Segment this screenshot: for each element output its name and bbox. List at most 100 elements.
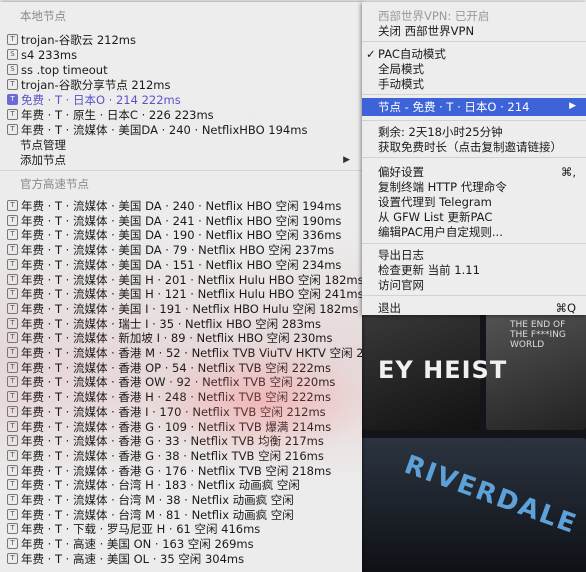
trojan-icon: T — [7, 508, 18, 520]
node-manage[interactable]: 节点管理 — [20, 137, 66, 153]
official-node-item[interactable]: T 年费 · T · 高速 · 美国 ON · 163 空闲 269ms — [7, 536, 254, 552]
official-node-item[interactable]: T 年费 · T · 流媒体 · 美国 DA · 240 · Netflix HB… — [7, 198, 341, 214]
official-node-item[interactable]: T 年费 · T · 流媒体 · 台湾 H · 183 · Netflix 动画疯… — [7, 477, 300, 493]
trojan-icon: T — [7, 288, 18, 300]
vpn-status: 西部世界VPN: 已开启 — [378, 9, 490, 23]
ss-icon: S — [7, 49, 18, 60]
official-node-item[interactable]: T 年费 · T · 流媒体 · 美国 I · 191 · Netflix HBO… — [7, 301, 358, 317]
official-node-item[interactable]: T 年费 · T · 流媒体 · 香港 G · 109 · Netflix TVB… — [7, 419, 331, 435]
background-posters: EY HEIST THE END OF THE F***ING WORLD RI… — [360, 310, 586, 572]
official-node-item[interactable]: T 年费 · T · 流媒体 · 香港 M · 52 · Netflix TVB … — [7, 345, 362, 361]
official-node-item[interactable]: T 年费 · T · 流媒体 · 台湾 M · 38 · Netflix 动画疯 … — [7, 492, 294, 508]
official-node-item[interactable]: T 年费 · T · 流媒体 · 香港 I · 170 · Netflix TVB… — [7, 404, 326, 420]
trojan-icon: T — [7, 258, 18, 270]
check-update[interactable]: 检查更新 当前 1.11 — [378, 262, 480, 278]
trojan-icon: T — [7, 494, 18, 505]
trojan-icon: T — [7, 244, 18, 256]
trojan-icon: T — [7, 79, 18, 90]
trojan-icon: T — [7, 391, 18, 403]
preferences[interactable]: 偏好设置 — [378, 164, 424, 180]
official-node-item[interactable]: T 年费 · T · 高速 · 美国 OL · 35 空闲 304ms — [7, 551, 244, 567]
preferences-shortcut: ⌘, — [560, 165, 576, 179]
update-pac-gfw[interactable]: 从 GFW List 更新PAC — [378, 209, 492, 225]
node-item[interactable]: Ttrojan-谷歌分享节点 212ms — [7, 77, 171, 93]
node-label: 节点 - 免费 · T · 日本O · 214 — [378, 100, 530, 114]
official-node-item[interactable]: T 年费 · T · 下载 · 罗马尼亚 H · 61 空闲 416ms — [7, 521, 260, 537]
close-vpn[interactable]: 关闭 西部世界VPN — [378, 23, 474, 39]
official-node-item[interactable]: T 年费 · T · 流媒体 · 香港 H · 248 · Netflix TVB… — [7, 389, 331, 405]
official-node-item[interactable]: T 年费 · T · 流媒体 · 瑞士 I · 35 · Netflix HBO … — [7, 316, 321, 332]
official-node-item[interactable]: T 年费 · T · 流媒体 · 台湾 M · 81 · Netflix 动画疯 … — [7, 507, 294, 523]
separator — [362, 243, 586, 244]
node-item-selected[interactable]: T 免费 · T · 日本O · 214 222ms — [7, 92, 181, 108]
separator — [362, 295, 586, 296]
pac-mode[interactable]: ✓ PAC自动模式 — [366, 46, 446, 62]
separator — [362, 120, 586, 121]
vpn-menu: 西部世界VPN: 已开启 关闭 西部世界VPN ✓ PAC自动模式 全局模式 手动… — [362, 2, 586, 315]
separator — [0, 170, 362, 171]
official-node-item[interactable]: T 年费 · T · 流媒体 · 香港 G · 176 · Netflix TVB… — [7, 463, 331, 479]
submenu-arrow-icon: ▶ — [569, 101, 576, 111]
official-node-item[interactable]: T 年费 · T · 流媒体 · 香港 G · 38 · Netflix TVB … — [7, 448, 324, 464]
checkmark-icon: ✓ — [366, 47, 376, 61]
official-node-item[interactable]: T 年费 · T · 流媒体 · 美国 DA · 151 · Netflix HB… — [7, 257, 341, 273]
node-item[interactable]: Sss .top timeout — [7, 62, 108, 78]
poster-title: EY HEIST — [378, 356, 508, 384]
visit-website[interactable]: 访问官网 — [378, 277, 424, 293]
node-item[interactable]: Ttrojan-谷歌云 212ms — [7, 32, 136, 48]
trojan-icon: T — [7, 109, 18, 120]
get-free-time[interactable]: 获取免费时长（点击复制邀请链接） — [378, 139, 562, 155]
node-menu: 本地节点 Ttrojan-谷歌云 212ms Ss4 233ms Sss .to… — [0, 2, 362, 572]
official-node-item[interactable]: T 年费 · T · 流媒体 · 美国 H · 121 · Netflix Hul… — [7, 286, 362, 302]
official-node-item[interactable]: T 年费 · T · 流媒体 · 新加坡 I · 89 · Netflix HBO… — [7, 330, 332, 346]
separator — [362, 157, 586, 158]
trojan-icon: T — [7, 214, 18, 226]
official-node-item[interactable]: T 年费 · T · 流媒体 · 香港 OP · 54 · Netflix TVB… — [7, 360, 331, 376]
trojan-icon: T — [7, 34, 18, 45]
separator — [362, 94, 586, 95]
node-item[interactable]: Ss4 233ms — [7, 47, 77, 63]
poster-small-title: THE END OF THE F***ING WORLD — [510, 320, 566, 350]
trojan-icon: T — [7, 464, 18, 476]
quit-shortcut: ⌘Q — [555, 301, 576, 315]
official-node-item[interactable]: T 年费 · T · 流媒体 · 美国 H · 201 · Netflix Hul… — [7, 272, 362, 288]
global-mode[interactable]: 全局模式 — [378, 61, 424, 77]
official-node-item[interactable]: T 年费 · T · 流媒体 · 美国 DA · 190 · Netflix HB… — [7, 227, 341, 243]
trojan-icon: T — [7, 94, 18, 105]
official-nodes-header: 官方高速节点 — [20, 177, 89, 191]
add-node[interactable]: 添加节点 ▶ — [20, 152, 360, 168]
node-item[interactable]: T 年费 · T · 原生 · 日本C · 226 223ms — [7, 107, 214, 123]
trojan-icon: T — [7, 332, 18, 344]
quit[interactable]: 退出 — [378, 300, 401, 316]
trojan-icon: T — [7, 405, 18, 417]
official-node-item[interactable]: T 年费 · T · 流媒体 · 美国 DA · 241 · Netflix HB… — [7, 213, 341, 229]
trojan-icon: T — [7, 273, 18, 285]
node-item[interactable]: T 年费 · T · 流媒体 · 美国DA · 240 · NetflixHBO … — [7, 122, 307, 138]
trojan-icon: T — [7, 347, 18, 358]
official-node-item[interactable]: T 年费 · T · 流媒体 · 美国 DA · 79 · Netflix HBO… — [7, 242, 334, 258]
ss-icon: S — [7, 64, 18, 75]
official-node-item[interactable]: T 年费 · T · 流媒体 · 香港 G · 33 · Netflix TVB … — [7, 433, 324, 449]
export-log[interactable]: 导出日志 — [378, 247, 424, 263]
trojan-icon: T — [7, 302, 18, 314]
trojan-icon: T — [7, 479, 18, 491]
trojan-icon: T — [7, 523, 18, 535]
remaining-time: 剩余: 2天18小时25分钟 — [378, 125, 503, 139]
trojan-icon: T — [7, 376, 18, 388]
telegram-proxy[interactable]: 设置代理到 Telegram — [378, 194, 492, 210]
trojan-icon: T — [7, 538, 18, 550]
trojan-icon: T — [7, 361, 18, 373]
submenu-arrow-icon: ▶ — [343, 155, 350, 165]
copy-proxy-command[interactable]: 复制终端 HTTP 代理命令 — [378, 179, 507, 195]
trojan-icon: T — [7, 552, 18, 564]
trojan-icon: T — [7, 449, 18, 461]
trojan-icon: T — [7, 200, 18, 211]
official-node-item[interactable]: T 年费 · T · 流媒体 · 香港 OW · 92 · Netflix TVB… — [7, 374, 335, 390]
trojan-icon: T — [7, 124, 18, 135]
trojan-icon: T — [7, 317, 18, 329]
trojan-icon: T — [7, 420, 18, 432]
trojan-icon: T — [7, 229, 18, 241]
node-submenu-item[interactable]: 节点 - 免费 · T · 日本O · 214 ▶ — [362, 98, 586, 116]
edit-pac-rules[interactable]: 编辑PAC用户自定规则... — [378, 224, 503, 240]
manual-mode[interactable]: 手动模式 — [378, 76, 424, 92]
